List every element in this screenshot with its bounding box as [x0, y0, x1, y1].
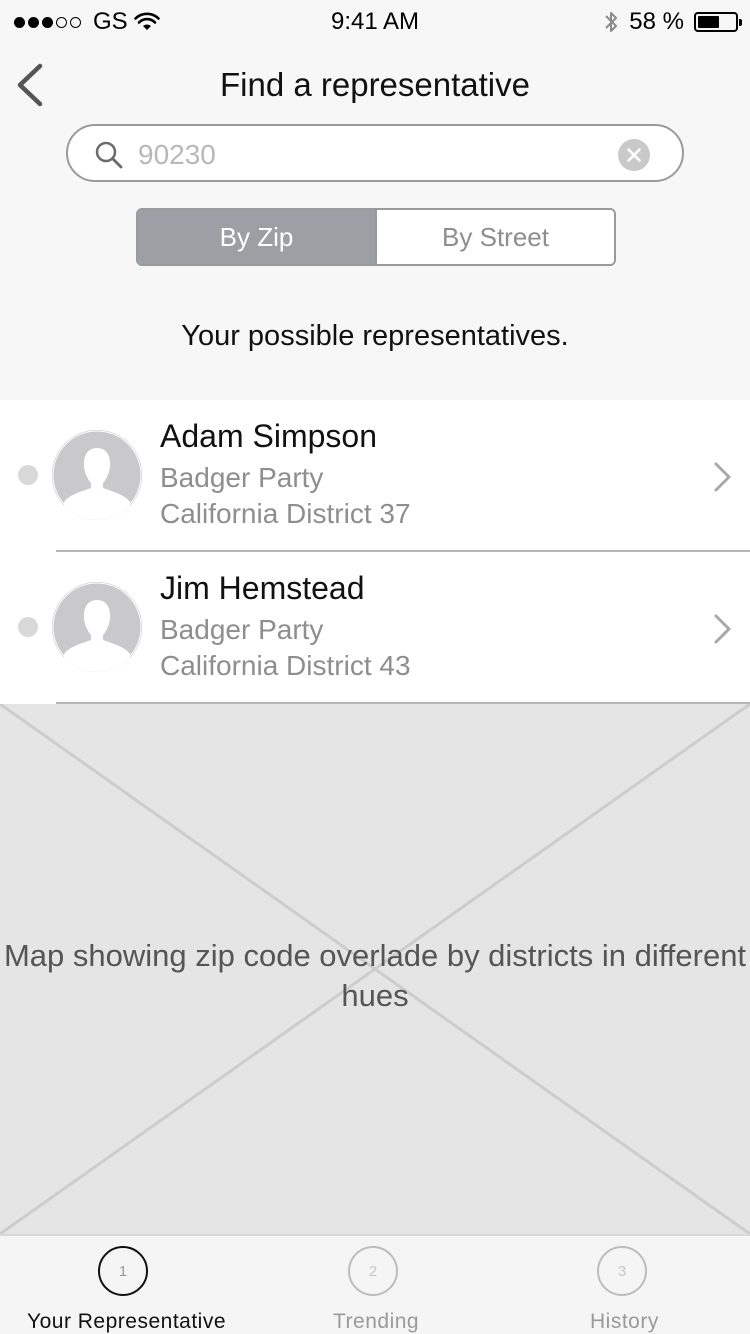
district-map[interactable]: Map showing zip code overlade by distric… [0, 704, 750, 1234]
clear-search-button[interactable] [618, 139, 650, 171]
list-item[interactable]: Adam Simpson Badger Party California Dis… [0, 400, 750, 552]
battery-percent: 58 % [629, 8, 684, 35]
search-box[interactable] [66, 124, 684, 182]
representative-name: Jim Hemstead [160, 570, 365, 606]
tab-label: History [590, 1310, 659, 1333]
representative-district: California District 43 [160, 650, 411, 681]
person-placeholder-icon [52, 582, 142, 672]
tab-label: Trending [333, 1310, 420, 1333]
tab-number-icon: 2 [348, 1246, 398, 1296]
tab-label: Your Representative [27, 1310, 227, 1333]
representative-party: Badger Party [160, 462, 324, 493]
selection-dot-icon [18, 465, 38, 485]
chevron-right-icon [714, 614, 731, 644]
search-mode-segmented-control: By Zip By Street [136, 208, 616, 266]
list-item[interactable]: Jim Hemstead Badger Party California Dis… [0, 552, 750, 704]
segment-by-zip[interactable]: By Zip [138, 210, 375, 264]
representative-district: California District 37 [160, 498, 411, 529]
status-right: 58 % [603, 8, 742, 36]
representative-name: Adam Simpson [160, 418, 377, 454]
selection-dot-icon [18, 617, 38, 637]
tab-number-icon: 1 [98, 1246, 148, 1296]
tab-trending[interactable]: 2 Trending [250, 1236, 500, 1334]
tab-number-icon: 3 [597, 1246, 647, 1296]
close-icon [627, 148, 641, 162]
page-title: Find a representative [219, 66, 530, 103]
segment-by-street[interactable]: By Street [375, 210, 614, 264]
battery-cap [739, 19, 742, 26]
representative-party: Badger Party [160, 614, 324, 645]
bluetooth-icon [605, 12, 618, 32]
results-subtitle: Your possible representatives. [181, 320, 569, 352]
avatar [52, 430, 142, 520]
search-icon [95, 141, 123, 169]
person-placeholder-icon [52, 430, 142, 520]
status-bar: GS 9:41 AM 58 % [0, 0, 750, 40]
tab-history[interactable]: 3 History [500, 1236, 750, 1334]
map-placeholder-label: Map showing zip code overlade by distric… [3, 938, 747, 1013]
screen: GS 9:41 AM 58 % Find a representative 90… [0, 0, 750, 1334]
chevron-right-icon [714, 462, 731, 492]
battery-icon [694, 12, 742, 32]
avatar [52, 582, 142, 672]
battery-level [698, 16, 719, 28]
representative-list: Adam Simpson Badger Party California Dis… [0, 400, 750, 704]
tab-your-representative[interactable]: 1 Your Representative [0, 1236, 250, 1334]
tab-bar: 1 Your Representative 2 Trending 3 Histo… [0, 1234, 750, 1334]
search-input[interactable] [136, 134, 610, 176]
